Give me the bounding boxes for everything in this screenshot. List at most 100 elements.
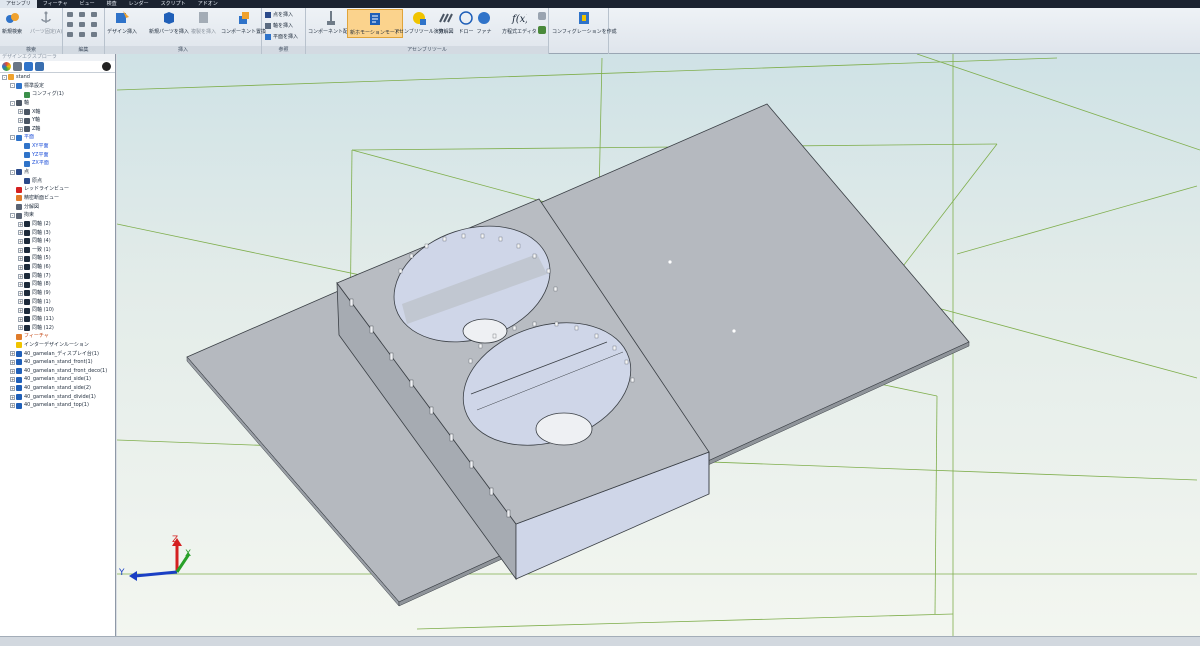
tree-item[interactable]: 分解図 <box>0 203 115 212</box>
insert-point-button[interactable]: 点を挿入 <box>265 11 293 18</box>
tree-item[interactable]: - stand <box>0 73 115 82</box>
tree-item[interactable]: -軸 <box>0 99 115 108</box>
assembly-tools-button[interactable]: アセンブリツール演算 <box>394 10 444 35</box>
config-small-icon[interactable] <box>538 26 546 34</box>
expand-toggle-icon[interactable]: + <box>10 394 15 400</box>
expand-toggle-icon[interactable]: + <box>18 230 23 236</box>
formula-button[interactable]: ファナ <box>476 10 492 35</box>
expand-toggle-icon[interactable]: + <box>18 273 23 279</box>
menu-feature[interactable]: フィーチャ <box>37 0 74 8</box>
menu-assembly[interactable]: アセンブリ <box>0 0 37 8</box>
model-canvas[interactable]: Z Y X <box>117 54 1200 636</box>
tree-item[interactable]: + 同軸 (11) <box>0 315 115 324</box>
tree-item[interactable]: + 同軸 (6) <box>0 263 115 272</box>
tree-item[interactable]: 原点 <box>0 177 115 186</box>
tree-item[interactable]: ZX平面 <box>0 159 115 168</box>
tree-item[interactable]: +40_gamelan_stand_side(2) <box>0 384 115 393</box>
menu-inspect[interactable]: 検査 <box>101 0 123 8</box>
equation-editor-button[interactable]: f(x) 方程式エディタ <box>502 10 537 35</box>
draw-button[interactable]: ドロー <box>458 10 474 35</box>
tree-item[interactable]: - 平面 <box>0 133 115 142</box>
parts-fix-button[interactable]: パーツ固定(A) <box>30 10 62 35</box>
config-create-button[interactable]: コンフィグレーションを作成 <box>552 10 617 35</box>
expand-toggle-icon[interactable]: + <box>18 221 23 227</box>
collapse-toggle-icon[interactable]: - <box>10 100 15 106</box>
3d-viewport[interactable]: Z Y X <box>117 54 1200 636</box>
expand-toggle-icon[interactable]: + <box>18 308 23 314</box>
collapse-toggle-icon[interactable]: - <box>10 83 15 89</box>
tree-item[interactable]: + 一致 (1) <box>0 246 115 255</box>
new-part-button[interactable]: 新規パーツを挿入 <box>149 10 189 35</box>
menu-render[interactable]: レンダー <box>123 0 155 8</box>
tree-item[interactable]: + 同軸 (12) <box>0 324 115 333</box>
view-icon[interactable] <box>13 62 22 71</box>
copy-insert-button[interactable]: 複製を挿入 <box>191 10 216 35</box>
tree-item[interactable]: - 標準設定 <box>0 82 115 91</box>
tree-item[interactable]: + 同軸 (2) <box>0 220 115 229</box>
tree-item[interactable]: + 同軸 (3) <box>0 229 115 238</box>
tree-item[interactable]: XY平面 <box>0 142 115 151</box>
expand-toggle-icon[interactable]: + <box>10 403 15 409</box>
expand-toggle-icon[interactable]: + <box>10 368 15 374</box>
settings-small-icon[interactable] <box>538 12 546 20</box>
expand-toggle-icon[interactable]: + <box>18 290 23 296</box>
expand-toggle-icon[interactable]: + <box>10 351 15 357</box>
tree-item[interactable]: + 同軸 (9) <box>0 289 115 298</box>
tree-item[interactable]: + 同軸 (5) <box>0 254 115 263</box>
tree-item[interactable]: + 同軸 (4) <box>0 237 115 246</box>
tree-item[interactable]: - 拘束 <box>0 211 115 220</box>
expand-toggle-icon[interactable]: + <box>10 377 15 383</box>
expand-toggle-icon[interactable]: + <box>18 282 23 288</box>
collapse-toggle-icon[interactable]: - <box>2 74 7 80</box>
expand-toggle-icon[interactable]: + <box>18 256 23 262</box>
expand-toggle-icon[interactable]: + <box>18 247 23 253</box>
collapse-toggle-icon[interactable]: - <box>10 169 15 175</box>
tree-item[interactable]: + 同軸 (1) <box>0 298 115 307</box>
expand-toggle-icon[interactable]: + <box>10 385 15 391</box>
component-replace-button[interactable]: コンポーネント置換 <box>221 10 266 35</box>
hide-icon[interactable] <box>102 62 111 71</box>
filter-icon[interactable] <box>24 62 33 71</box>
tree-item[interactable]: -点 <box>0 168 115 177</box>
menu-view[interactable]: ビュー <box>74 0 101 8</box>
tree-item[interactable]: インターデザインルーション <box>0 341 115 350</box>
design-insert-button[interactable]: デザイン挿入 <box>107 10 137 35</box>
tree-item[interactable]: + 同軸 (10) <box>0 306 115 315</box>
tree-item[interactable]: レッドラインビュー <box>0 185 115 194</box>
expand-toggle-icon[interactable]: + <box>18 109 23 115</box>
color-wheel-icon[interactable] <box>2 62 11 71</box>
insert-axis-button[interactable]: 軸を挿入 <box>265 22 293 29</box>
tree-item[interactable]: + 同軸 (7) <box>0 272 115 281</box>
tree-item[interactable]: YZ平面 <box>0 151 115 160</box>
group-assembly-tools-label: アセンブリツール <box>306 46 548 54</box>
expand-toggle-icon[interactable]: + <box>18 264 23 270</box>
tree-item[interactable]: 精密断面ビュー <box>0 194 115 203</box>
tree-item[interactable]: +40_gamelan_stand_side(1) <box>0 375 115 384</box>
tree-item[interactable]: +40_gamelan_stand_top(1) <box>0 401 115 410</box>
menu-script[interactable]: スクリプト <box>155 0 192 8</box>
tree-icon[interactable] <box>35 62 44 71</box>
collapse-toggle-icon[interactable]: - <box>10 135 15 141</box>
tree-item[interactable]: +40_gamelan_ディスプレイ台(1) <box>0 350 115 359</box>
expand-toggle-icon[interactable]: + <box>18 238 23 244</box>
collapse-toggle-icon[interactable]: - <box>10 213 15 219</box>
tree-item[interactable]: + Z軸 <box>0 125 115 134</box>
tree-item[interactable]: +40_gamelan_stand_divide(1) <box>0 393 115 402</box>
new-project-button[interactable]: 新規検索 <box>2 10 22 35</box>
expand-toggle-icon[interactable]: + <box>18 299 23 305</box>
tree-item[interactable]: + X軸 <box>0 108 115 117</box>
tree-item[interactable]: +40_gamelan_stand_front_deco(1) <box>0 367 115 376</box>
menu-addon[interactable]: アドオン <box>192 0 224 8</box>
tree-item[interactable]: + 同軸 (8) <box>0 280 115 289</box>
tree-item[interactable]: + Y軸 <box>0 116 115 125</box>
expand-toggle-icon[interactable]: + <box>10 359 15 365</box>
expand-toggle-icon[interactable]: + <box>18 325 23 331</box>
expand-toggle-icon[interactable]: + <box>18 126 23 132</box>
insert-plane-button[interactable]: 平面を挿入 <box>265 33 298 40</box>
tree-item[interactable]: コンフィグ(1) <box>0 90 115 99</box>
expand-toggle-icon[interactable]: + <box>18 118 23 124</box>
exploded-view-button[interactable]: 分解図 <box>438 10 454 35</box>
tree-item[interactable]: +40_gamelan_stand_front(1) <box>0 358 115 367</box>
expand-toggle-icon[interactable]: + <box>18 316 23 322</box>
tree-item[interactable]: フィーチャ <box>0 332 115 341</box>
